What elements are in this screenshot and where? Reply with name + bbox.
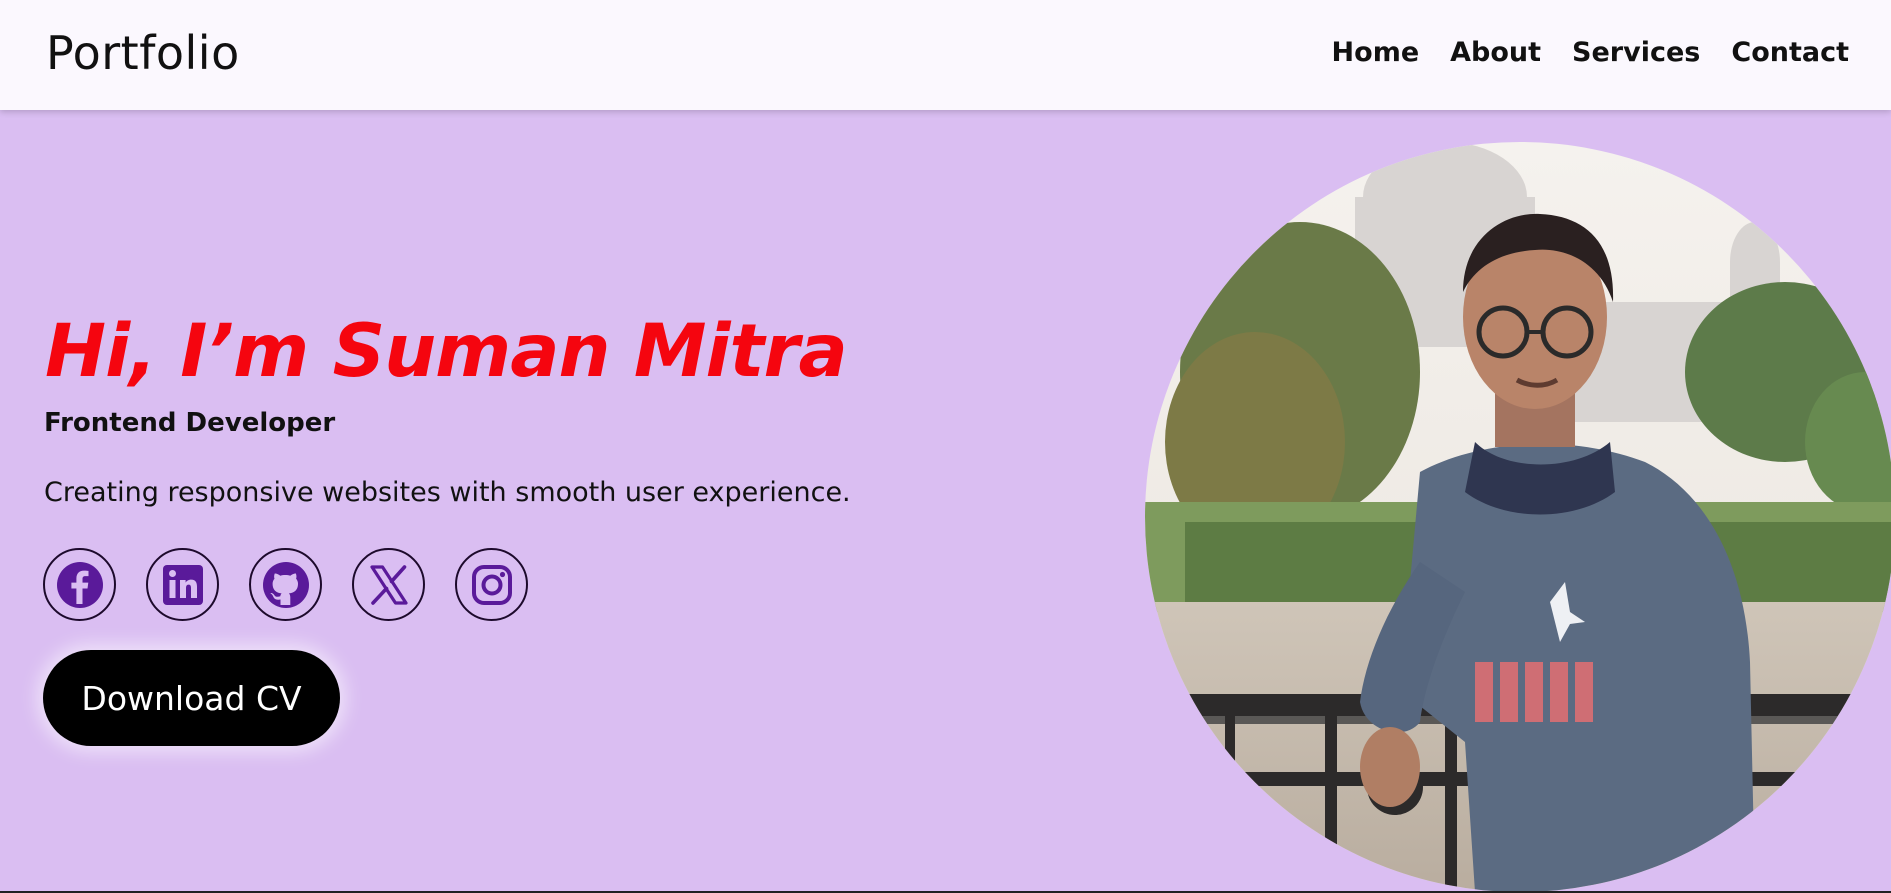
brand-logo[interactable]: Portfolio (46, 26, 240, 80)
x-link[interactable] (352, 548, 425, 621)
instagram-icon (471, 564, 512, 605)
nav-home[interactable]: Home (1332, 37, 1420, 68)
hero-role: Frontend Developer (44, 408, 336, 438)
instagram-link[interactable] (455, 548, 528, 621)
linkedin-icon (162, 564, 203, 605)
facebook-icon (56, 561, 103, 608)
main-nav: Home About Services Contact (1332, 37, 1849, 68)
nav-contact[interactable]: Contact (1731, 37, 1849, 68)
github-link[interactable] (249, 548, 322, 621)
nav-services[interactable]: Services (1572, 37, 1700, 68)
site-header: Portfolio Home About Services Contact (0, 0, 1891, 110)
hero-title: Hi, I’m Suman Mitra (45, 309, 848, 394)
facebook-link[interactable] (43, 548, 116, 621)
linkedin-link[interactable] (146, 548, 219, 621)
social-links (43, 548, 528, 621)
hero-tagline: Creating responsive websites with smooth… (44, 477, 851, 508)
profile-photo (1145, 142, 1891, 892)
download-cv-button[interactable]: Download CV (43, 650, 340, 746)
nav-about[interactable]: About (1450, 37, 1541, 68)
x-icon (369, 564, 408, 605)
github-icon (262, 561, 309, 608)
